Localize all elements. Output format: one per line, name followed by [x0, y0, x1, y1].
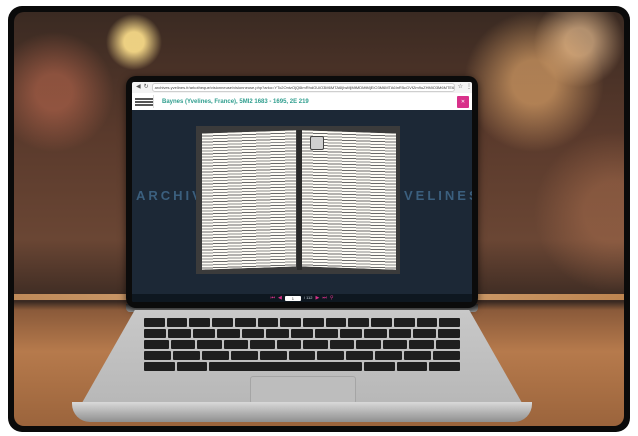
- key-row: [143, 318, 461, 327]
- laptop-screen-bezel: ◀ ↻ archives.yvelines.fr/arkotheque/visi…: [126, 76, 478, 308]
- key-row: [144, 351, 460, 360]
- viewer-header: Baynes (Yvelines, France), 5MI2 1683 - 1…: [132, 93, 472, 110]
- page-total: / 112: [303, 295, 313, 300]
- document-title: Baynes (Yvelines, France), 5MI2 1683 - 1…: [162, 98, 309, 105]
- archives-logo: [135, 95, 154, 108]
- page-number-input[interactable]: 1: [284, 295, 301, 301]
- reload-icon[interactable]: ↻: [144, 82, 149, 93]
- seal-stamp-icon: [310, 136, 324, 150]
- browser-toolbar: ◀ ↻ archives.yvelines.fr/arkotheque/visi…: [132, 82, 472, 93]
- photo-frame: ◀ ↻ archives.yvelines.fr/arkotheque/visi…: [8, 6, 630, 432]
- menu-icon[interactable]: ⋮: [466, 82, 472, 93]
- background-photo: ◀ ↻ archives.yvelines.fr/arkotheque/visi…: [14, 12, 624, 426]
- register-page-right: [302, 130, 396, 270]
- trackpad: [250, 376, 356, 404]
- close-icon: ✕: [460, 98, 466, 105]
- last-page-icon[interactable]: ⏭: [322, 294, 327, 302]
- key-row: [144, 362, 460, 371]
- key-row: [144, 340, 460, 349]
- close-button[interactable]: ✕: [457, 95, 469, 108]
- back-arrow-icon[interactable]: ◀: [136, 82, 141, 93]
- zoom-icon[interactable]: ⚲: [330, 294, 334, 302]
- key-row: [143, 329, 461, 338]
- next-page-icon[interactable]: ▶: [315, 294, 319, 302]
- register-page-left: [202, 130, 296, 270]
- laptop-screen: ◀ ↻ archives.yvelines.fr/arkotheque/visi…: [132, 82, 472, 302]
- previous-page-icon[interactable]: ◀: [278, 294, 282, 302]
- page-navigation: ⏮ ◀ 1 / 112 ▶ ⏭ ⚲: [132, 294, 472, 302]
- watermark-right: VELINES: [404, 188, 472, 203]
- address-bar[interactable]: archives.yvelines.fr/arkotheque/visionne…: [151, 83, 455, 92]
- watermark-left: ARCHIV: [136, 188, 204, 203]
- keyboard: [143, 318, 461, 372]
- laptop-base: [72, 310, 532, 426]
- star-icon[interactable]: ☆: [458, 82, 463, 93]
- laptop-front-edge: [72, 402, 532, 422]
- first-page-icon[interactable]: ⏮: [270, 294, 275, 302]
- image-viewer[interactable]: ARCHIV VELINES: [132, 110, 472, 294]
